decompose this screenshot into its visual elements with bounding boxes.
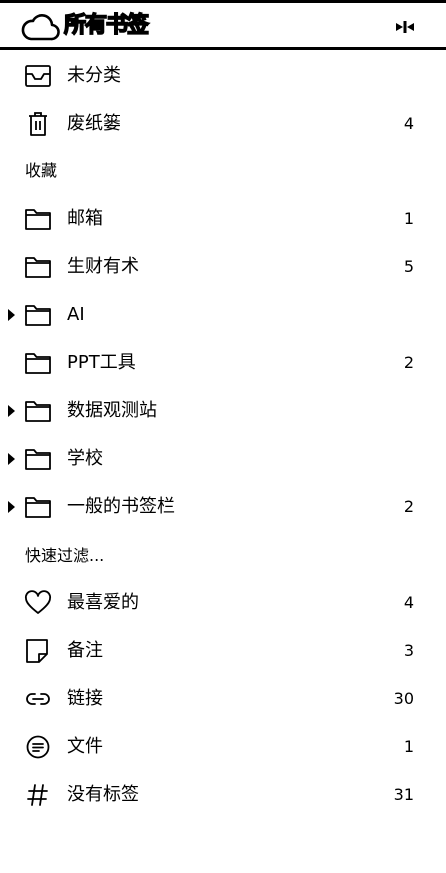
collection-item-count: 5 [403,257,414,276]
trash-icon [29,112,47,136]
hash-icon [27,784,48,806]
filter-item-links[interactable]: 链接 30 [0,676,446,722]
filter-item-count: 3 [403,641,414,660]
collection-item-data-station[interactable]: 数据观测站 [0,388,446,434]
collection-item-shengcai[interactable]: 生财有术 5 [0,244,446,290]
collection-item-bookmarks-bar[interactable]: 一般的书签栏 2 [0,484,446,530]
heart-icon [25,590,51,614]
collection-item-count: 2 [403,497,414,516]
inbox-icon [25,65,51,87]
folder-icon [25,257,51,278]
folder-icon [25,305,51,326]
nav-item-label: 废纸篓 [67,113,121,134]
nav-item-trash[interactable]: 废纸篓 4 [0,101,446,147]
filter-item-label: 备注 [67,640,103,661]
link-icon [26,693,50,705]
sidebar-toggle-icon[interactable] [394,19,416,35]
filter-item-label: 没有标签 [67,784,139,805]
filter-item-label: 链接 [67,688,103,709]
section-heading-collections: 收藏 [25,161,58,180]
nav-item-label: 未分类 [67,65,121,86]
filter-item-count: 31 [393,785,414,804]
expand-arrow-icon[interactable] [7,308,16,322]
filter-item-count: 1 [403,737,414,756]
filter-item-untagged[interactable]: 没有标签 31 [0,772,446,818]
expand-arrow-icon[interactable] [7,500,16,514]
collection-item-school[interactable]: 学校 [0,436,446,482]
collection-item-label: 一般的书签栏 [67,496,175,517]
collection-item-label: PPT工具 [67,352,136,373]
nav-item-unsorted[interactable]: 未分类 [0,53,446,99]
filter-item-notes[interactable]: 备注 3 [0,628,446,674]
collection-item-count: 2 [403,353,414,372]
filter-item-files[interactable]: 文件 1 [0,724,446,770]
collection-item-ai[interactable]: AI [0,292,446,338]
folder-icon [25,449,51,470]
collection-item-label: 生财有术 [67,256,139,277]
folder-icon [25,401,51,422]
expand-arrow-icon[interactable] [7,452,16,466]
header-bar: 所有书签 [0,0,446,50]
filter-item-label: 文件 [67,736,103,757]
collection-item-label: 邮箱 [67,208,103,229]
cloud-icon [21,14,60,41]
filter-item-label: 最喜爱的 [67,592,139,613]
folder-icon [25,497,51,518]
filter-item-favorites[interactable]: 最喜爱的 4 [0,580,446,626]
filter-item-count: 4 [403,593,414,612]
file-icon [26,735,50,759]
page-title: 所有书签 [63,12,150,39]
collection-item-ppt-tools[interactable]: PPT工具 2 [0,340,446,386]
expand-arrow-icon[interactable] [7,404,16,418]
collection-item-label: 数据观测站 [67,400,157,421]
folder-icon [25,353,51,374]
section-heading-filters: 快速过滤... [25,546,105,565]
nav-item-count: 4 [403,114,414,133]
filter-item-count: 30 [393,689,414,708]
collection-item-label: 学校 [67,448,103,469]
collection-item-mailbox[interactable]: 邮箱 1 [0,196,446,242]
collection-item-label: AI [67,304,85,325]
note-icon [26,639,48,663]
collection-item-count: 1 [403,209,414,228]
folder-icon [25,209,51,230]
